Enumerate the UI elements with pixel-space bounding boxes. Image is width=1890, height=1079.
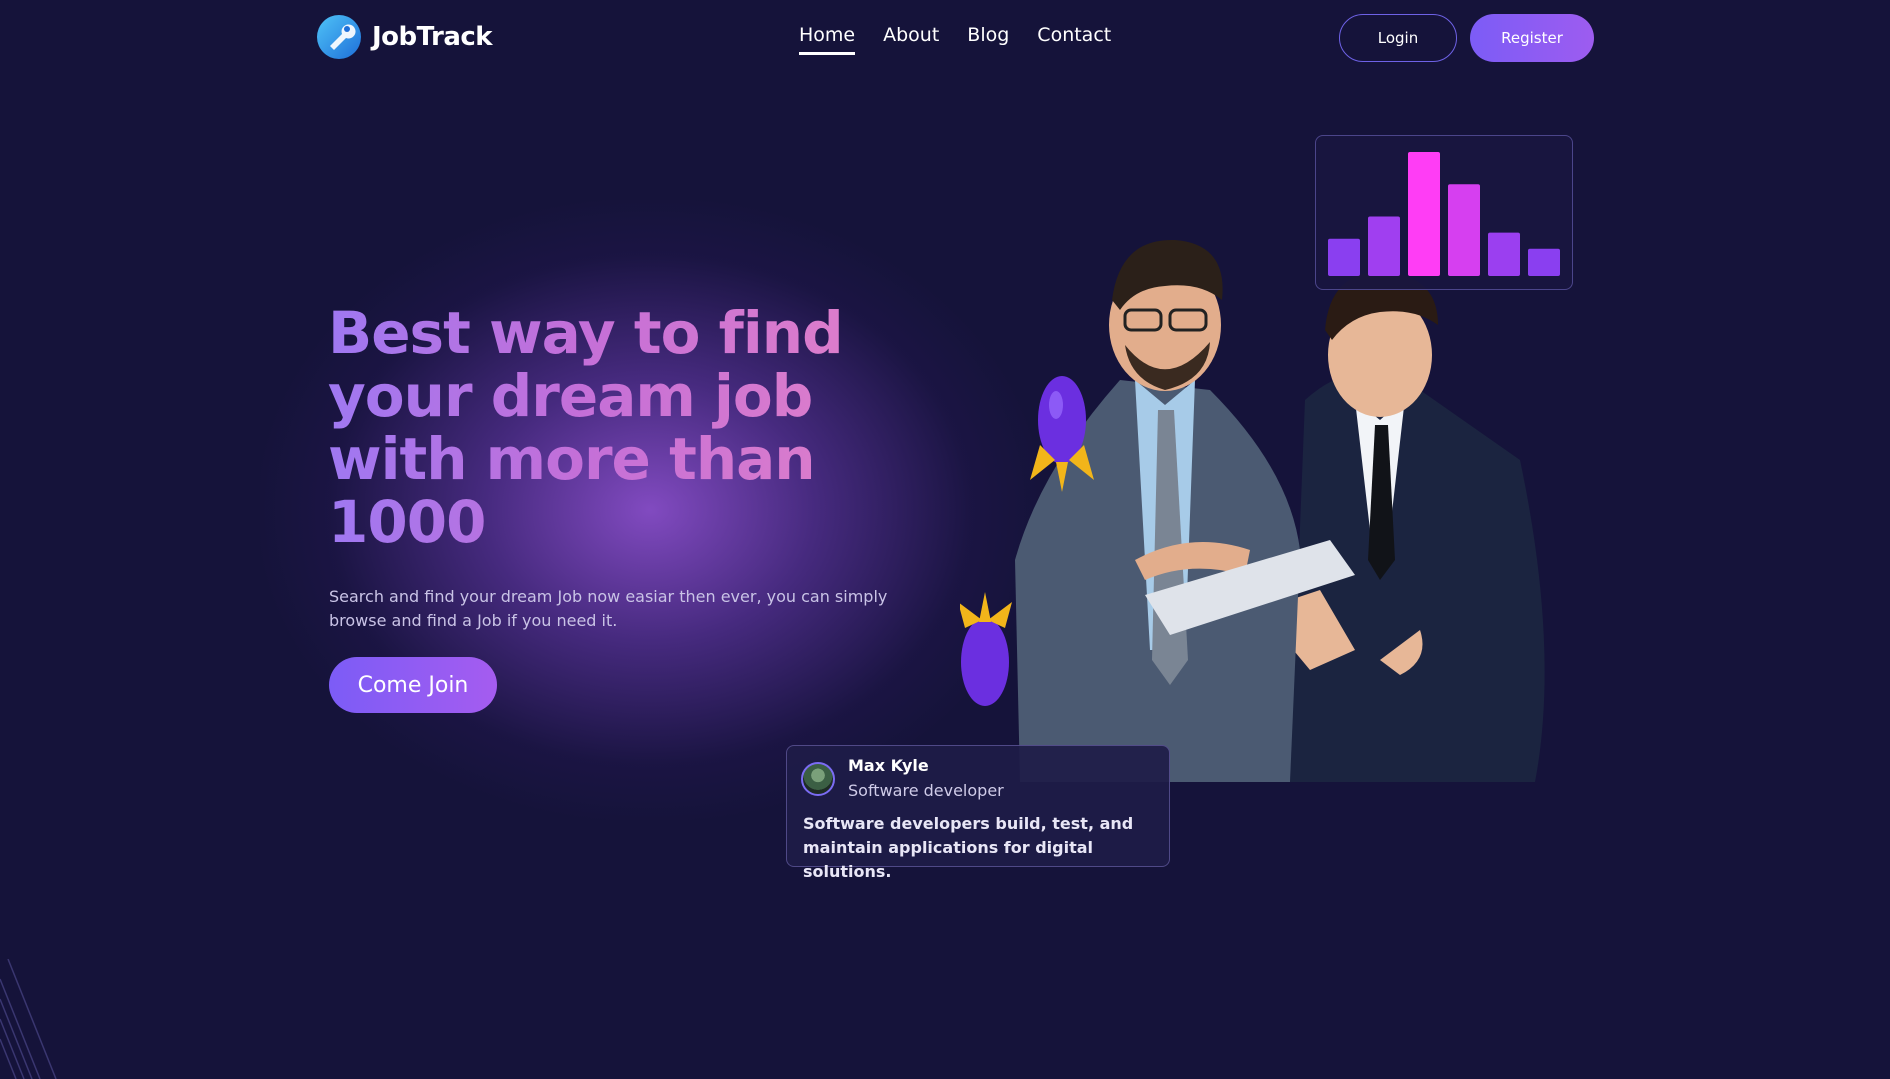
login-button[interactable]: Login	[1339, 14, 1457, 62]
stats-widget	[1315, 135, 1573, 290]
decorative-lines	[0, 959, 57, 1079]
stats-bar	[1408, 152, 1440, 276]
profile-role: Software developer	[848, 781, 1004, 800]
profile-name: Max Kyle	[848, 756, 929, 775]
nav-blog[interactable]: Blog	[967, 24, 1009, 55]
stats-bar	[1328, 238, 1360, 276]
stats-bar	[1448, 184, 1480, 276]
nav-contact[interactable]: Contact	[1037, 24, 1111, 55]
stats-bar	[1528, 248, 1560, 276]
nav-home[interactable]: Home	[799, 24, 856, 55]
hero-subtitle: Search and find your dream Job now easia…	[329, 587, 888, 630]
brand-name: JobTrack	[372, 22, 493, 52]
rocket-icon-bottom	[960, 592, 1012, 706]
stats-bar	[1368, 216, 1400, 276]
avatar	[801, 762, 835, 796]
hero-title: Best way to find your dream job with mor…	[328, 302, 888, 554]
brand-logo[interactable]: JobTrack	[316, 14, 493, 60]
come-join-button[interactable]: Come Join	[329, 657, 497, 713]
man-left-figure	[1015, 239, 1300, 782]
register-button[interactable]: Register	[1470, 14, 1594, 62]
stats-bar-graphic	[1328, 152, 1560, 276]
man-right-figure	[1260, 271, 1545, 782]
stats-bar	[1488, 232, 1520, 276]
businessmen-illustration	[960, 239, 1545, 782]
profile-description: Software developers build, test, and mai…	[803, 814, 1134, 881]
profile-card: Max Kyle Software developer Software dev…	[786, 745, 1170, 881]
wrench-logo-icon	[317, 15, 361, 59]
nav-about[interactable]: About	[883, 24, 939, 55]
main-nav: Home About Blog Contact	[799, 24, 1111, 55]
